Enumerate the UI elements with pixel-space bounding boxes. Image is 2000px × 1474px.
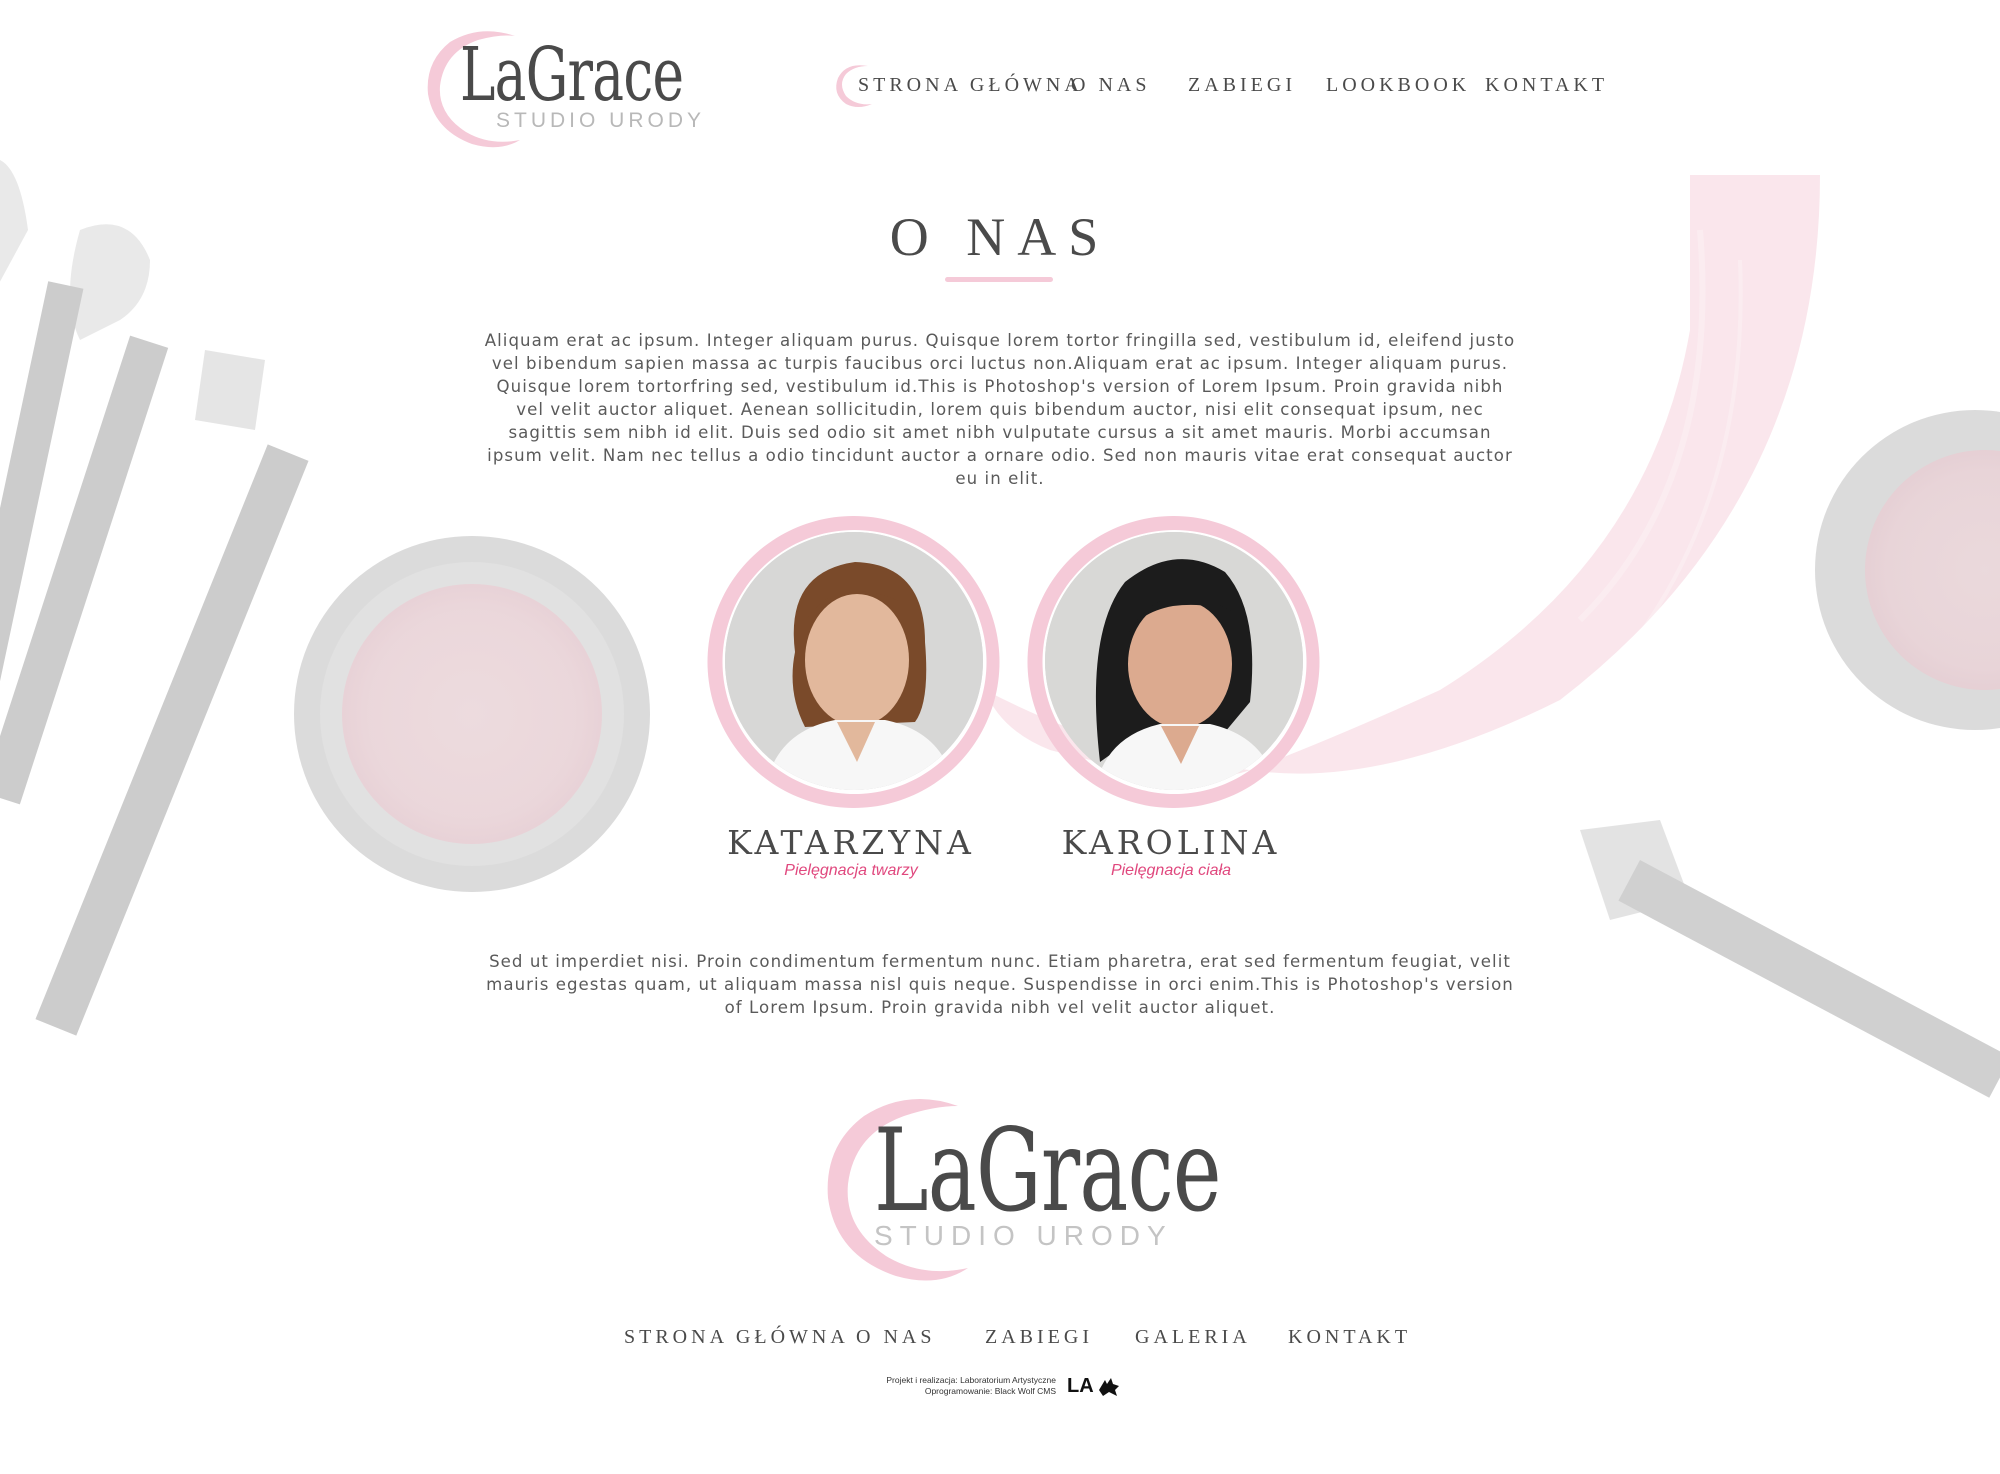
blush-compact-left-icon bbox=[294, 536, 650, 892]
person-avatar-icon bbox=[1045, 532, 1303, 790]
portrait-karolina bbox=[1045, 532, 1303, 790]
intro-paragraph: Aliquam erat ac ipsum. Integer aliquam p… bbox=[484, 331, 1516, 488]
nav-item-o-nas[interactable]: O NAS bbox=[1071, 74, 1150, 97]
outro-paragraph: Sed ut imperdiet nisi. Proin condimentum… bbox=[486, 952, 1514, 1017]
team-member-name: KATARZYNA bbox=[727, 823, 975, 862]
footer-nav: STRONA GŁÓWNA O NAS ZABIEGI GALERIA KONT… bbox=[0, 1326, 2000, 1356]
brush-right-icon bbox=[1580, 820, 2000, 1098]
logo-tagline: STUDIO URODY bbox=[874, 1220, 1173, 1251]
footer-nav-galeria[interactable]: GALERIA bbox=[1135, 1326, 1251, 1349]
agency-logo[interactable]: LA bbox=[1067, 1376, 1094, 1396]
team-member-role: Pielęgnacja twarzy bbox=[784, 862, 918, 879]
portrait-katarzyna bbox=[725, 532, 983, 790]
footer-nav-zabiegi[interactable]: ZABIEGI bbox=[985, 1326, 1093, 1349]
site-header: LaGrace STUDIO URODY STRONA GŁÓWNA O NAS… bbox=[0, 0, 2000, 170]
page-title: O NAS bbox=[889, 207, 1111, 267]
credits-line-software: Oprogramowanie: Black Wolf CMS bbox=[924, 1386, 1056, 1396]
person-avatar-icon bbox=[725, 532, 983, 790]
footer-nav-kontakt[interactable]: KONTAKT bbox=[1288, 1326, 1411, 1349]
logo-tagline: STUDIO URODY bbox=[496, 109, 706, 132]
blush-compact-right-icon bbox=[1815, 410, 2000, 730]
credits-text: Projekt i realizacja: Laboratorium Artys… bbox=[840, 1375, 1056, 1397]
footer-logo[interactable]: LaGrace STUDIO URODY bbox=[818, 1088, 1221, 1288]
footer-nav-o-nas[interactable]: O NAS bbox=[856, 1326, 935, 1349]
footer-nav-strona-glowna[interactable]: STRONA GŁÓWNA bbox=[624, 1326, 849, 1349]
nav-item-lookbook[interactable]: LOOKBOOK bbox=[1326, 74, 1470, 97]
wolf-logo-icon[interactable] bbox=[1097, 1376, 1121, 1398]
title-underline bbox=[945, 277, 1053, 282]
team-member-name: KAROLINA bbox=[1061, 823, 1281, 862]
team-member-role: Pielęgnacja ciała bbox=[1110, 862, 1232, 879]
brush-left-icon bbox=[0, 160, 309, 1036]
nav-item-strona-glowna[interactable]: STRONA GŁÓWNA bbox=[858, 74, 1083, 97]
nav-item-zabiegi[interactable]: ZABIEGI bbox=[1188, 74, 1296, 97]
main-nav: STRONA GŁÓWNA O NAS ZABIEGI LOOKBOOK KON… bbox=[0, 65, 2000, 107]
logo-wordmark: LaGrace bbox=[874, 1104, 1221, 1237]
nav-item-kontakt[interactable]: KONTAKT bbox=[1485, 74, 1608, 97]
credits-line-design: Projekt i realizacja: Laboratorium Artys… bbox=[886, 1375, 1056, 1385]
